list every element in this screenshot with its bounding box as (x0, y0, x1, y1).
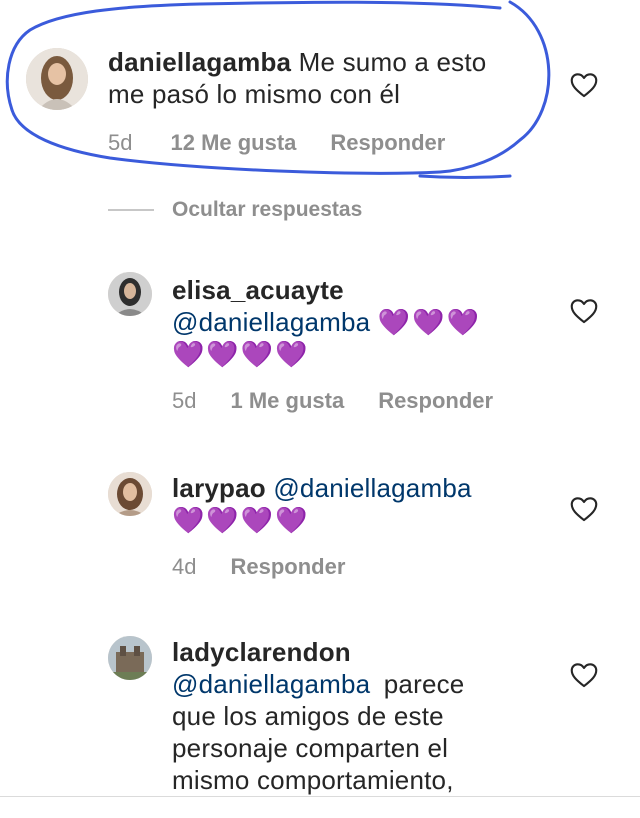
reply-button[interactable]: Responder (330, 130, 445, 156)
timestamp: 4d (172, 554, 197, 579)
comment-body: parece (383, 669, 465, 699)
divider-line (108, 209, 154, 211)
purple-heart-emojis: 💜💜💜 (377, 307, 481, 337)
likes-count[interactable]: 1 Me gusta (230, 388, 344, 414)
bottom-divider (0, 796, 640, 797)
mention-link[interactable]: @daniellagamba (273, 473, 471, 503)
username[interactable]: daniellagamba (108, 47, 291, 77)
hide-replies-label: Ocultar respuestas (172, 198, 363, 221)
mention-link[interactable]: @daniellagamba (172, 669, 370, 699)
comment-text: daniellagamba Me sumo a esto me pasó lo … (108, 46, 548, 110)
comment-meta: 5d 12 Me gusta Responder (108, 130, 445, 156)
comment-meta: 4d Responder (172, 554, 345, 580)
comment-body-line2: que los amigos de este (172, 701, 444, 731)
comment-text: elisa_acuayte @daniellagamba 💜💜💜 💜💜💜💜 (172, 274, 552, 370)
comment-body-line2: me pasó lo mismo con él (108, 79, 401, 109)
heart-outline-icon[interactable] (570, 298, 598, 324)
comment-body-line4: mismo comportamiento, (172, 765, 454, 795)
likes-count[interactable]: 12 Me gusta (170, 130, 296, 156)
avatar[interactable] (108, 272, 152, 316)
avatar[interactable] (26, 48, 88, 110)
comment-text: larypao @daniellagamba 💜💜💜💜 (172, 472, 552, 536)
comment-body-line3: personaje comparten el (172, 733, 449, 763)
comment-body: Me sumo a esto (298, 47, 487, 77)
mention-link[interactable]: @daniellagamba (172, 307, 370, 337)
reply-button[interactable]: Responder (230, 554, 345, 580)
hide-replies-button[interactable]: Ocultar respuestas (108, 198, 362, 222)
heart-outline-icon[interactable] (570, 496, 598, 522)
purple-heart-emojis-line2: 💜💜💜💜 (172, 339, 310, 369)
avatar[interactable] (108, 636, 152, 680)
comment-text: ladyclarendon @daniellagamba parece que … (172, 636, 552, 796)
timestamp: 5d (172, 388, 197, 413)
username[interactable]: larypao (172, 473, 266, 503)
username[interactable]: elisa_acuayte (172, 275, 344, 305)
avatar[interactable] (108, 472, 152, 516)
purple-heart-emojis: 💜💜💜💜 (172, 505, 310, 535)
timestamp: 5d (108, 130, 133, 155)
heart-outline-icon[interactable] (570, 662, 598, 688)
comment-meta: 5d 1 Me gusta Responder (172, 388, 493, 414)
heart-outline-icon[interactable] (570, 72, 598, 98)
reply-button[interactable]: Responder (378, 388, 493, 414)
username[interactable]: ladyclarendon (172, 637, 351, 667)
